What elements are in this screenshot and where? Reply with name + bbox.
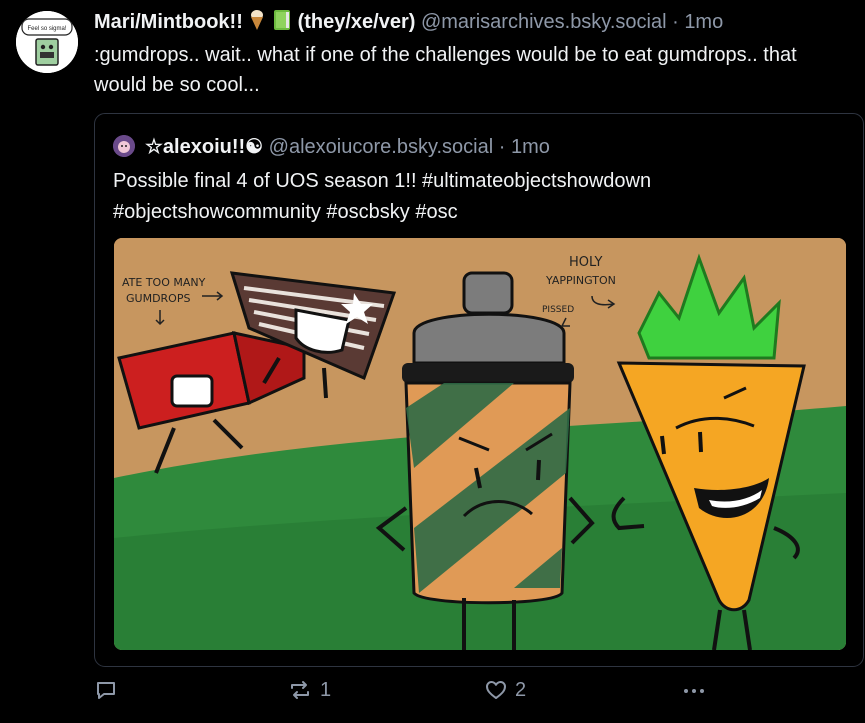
post-text: :gumdrops.. wait.. what if one of the ch… <box>94 44 797 96</box>
separator-dot: · <box>672 11 679 33</box>
book-emoji <box>273 9 291 39</box>
quote-image[interactable]: ATE TOO MANY GUMDROPS HOLY YAPPINGTON PI… <box>114 238 846 650</box>
annotation-ate-too-many: ATE TOO MANY <box>122 276 206 289</box>
annotation-yappington: YAPPINGTON <box>545 274 616 287</box>
quote-header: ☆alexoiu!!☯ @alexoiucore.bsky.social · 1… <box>113 133 550 161</box>
more-options-button[interactable] <box>680 678 708 702</box>
quoted-post[interactable]: ☆alexoiu!!☯ @alexoiucore.bsky.social · 1… <box>94 113 864 667</box>
post-header: Mari/Mintbook!! (they/xe/ver) @marisarch… <box>94 8 854 39</box>
reply-icon <box>97 682 115 699</box>
post-actions: 1 2 <box>0 678 865 708</box>
quote-separator-dot: · <box>498 136 506 158</box>
cartoon-illustration: ATE TOO MANY GUMDROPS HOLY YAPPINGTON PI… <box>114 238 846 650</box>
quote-author-display-name[interactable]: ☆alexoiu!!☯ <box>145 136 263 158</box>
quote-author-avatar[interactable] <box>113 135 135 157</box>
author-avatar[interactable]: Feel so sigma! <box>16 11 78 73</box>
author-display-name[interactable]: Mari/Mintbook!! <box>94 11 243 33</box>
annotation-gumdrops: GUMDROPS <box>126 292 190 305</box>
annotation-holy: HOLY <box>569 255 603 270</box>
avatar-caption: Feel so sigma! <box>27 26 66 32</box>
repost-button[interactable]: 1 <box>287 678 331 702</box>
reply-button[interactable] <box>94 678 125 702</box>
repost-count: 1 <box>320 678 332 701</box>
heart-icon <box>486 681 506 699</box>
quote-text: Possible final 4 of UOS season 1!! #ulti… <box>113 170 652 223</box>
annotation-pissed: PISSED <box>542 305 574 315</box>
like-button[interactable]: 2 <box>484 678 526 702</box>
quote-timestamp[interactable]: 1mo <box>511 136 550 158</box>
like-count: 2 <box>515 678 527 701</box>
ice-cream-emoji <box>249 9 265 39</box>
quote-author-handle[interactable]: @alexoiucore.bsky.social <box>269 136 493 158</box>
more-icon <box>684 689 704 693</box>
repost-icon <box>291 681 309 699</box>
post-timestamp[interactable]: 1mo <box>684 11 723 33</box>
author-handle[interactable]: @marisarchives.bsky.social <box>421 11 667 33</box>
avatar-illustration: Feel so sigma! <box>16 11 78 73</box>
author-pronouns: (they/xe/ver) <box>297 11 416 33</box>
